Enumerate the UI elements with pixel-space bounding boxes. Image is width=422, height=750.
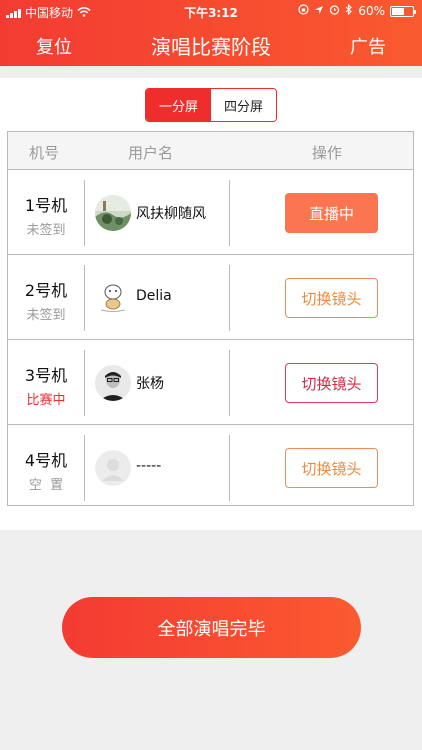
battery-icon <box>390 5 416 17</box>
machine-status: 未签到 <box>26 223 66 238</box>
column-divider <box>229 435 230 501</box>
user-name: 风扶柳随风 <box>136 206 206 222</box>
column-divider <box>229 350 230 416</box>
header-bar: 中国移动 下午3:12 60% 复位 演唱比赛阶段 广告 <box>0 0 422 66</box>
location-icon <box>314 4 324 18</box>
avatar <box>95 365 131 401</box>
column-divider <box>229 180 230 246</box>
machine-number: 2号机 <box>24 281 68 300</box>
user-name: ----- <box>136 458 162 474</box>
live-button[interactable]: 直播中 <box>285 193 378 233</box>
header-user: 用户名 <box>128 144 174 162</box>
table-row: 4号机 空 置 ----- 切换镜头 <box>8 426 413 510</box>
alarm-icon <box>329 4 340 18</box>
finish-all-singing-button[interactable]: 全部演唱完毕 <box>62 597 361 658</box>
column-divider <box>84 435 85 501</box>
rotation-lock-icon <box>298 4 309 18</box>
table-header: 机号 用户名 操作 <box>8 132 413 170</box>
status-bar: 中国移动 下午3:12 60% <box>0 0 422 22</box>
bluetooth-icon <box>345 3 353 18</box>
machine-table: 机号 用户名 操作 1号机 未签到 风扶柳随风 直播中 2号机 未签到 Deli… <box>7 131 414 506</box>
machine-number: 1号机 <box>24 196 68 215</box>
default-avatar-icon <box>95 450 131 486</box>
machine-status: 未签到 <box>26 308 66 323</box>
switch-camera-button[interactable]: 切换镜头 <box>285 278 378 318</box>
machine-number: 3号机 <box>24 366 68 385</box>
content-panel: 一分屏 四分屏 机号 用户名 操作 1号机 未签到 风扶柳随风 直播中 2号机 … <box>0 78 422 530</box>
ads-button[interactable]: 广告 <box>350 33 386 59</box>
table-row: 3号机 比赛中 张杨 切换镜头 <box>8 341 413 425</box>
table-row: 1号机 未签到 风扶柳随风 直播中 <box>8 171 413 255</box>
avatar <box>95 280 131 316</box>
battery-percent: 60% <box>358 4 385 18</box>
avatar <box>95 195 131 231</box>
machine-status: 空 置 <box>28 478 64 493</box>
table-row: 2号机 未签到 Delia 切换镜头 <box>8 256 413 340</box>
switch-camera-button[interactable]: 切换镜头 <box>285 448 378 488</box>
quad-screen-tab[interactable]: 四分屏 <box>211 89 276 121</box>
header-machine: 机号 <box>29 144 60 162</box>
column-divider <box>229 265 230 331</box>
column-divider <box>84 265 85 331</box>
screen-mode-toggle: 一分屏 四分屏 <box>145 88 277 122</box>
header-action: 操作 <box>312 144 343 162</box>
user-name: 张杨 <box>136 376 164 392</box>
switch-camera-button[interactable]: 切换镜头 <box>285 363 378 403</box>
machine-status: 比赛中 <box>26 393 66 408</box>
single-screen-tab[interactable]: 一分屏 <box>146 89 211 121</box>
column-divider <box>84 350 85 416</box>
column-divider <box>84 180 85 246</box>
machine-number: 4号机 <box>24 451 68 470</box>
user-name: Delia <box>136 288 172 304</box>
status-right: 60% <box>298 3 416 18</box>
